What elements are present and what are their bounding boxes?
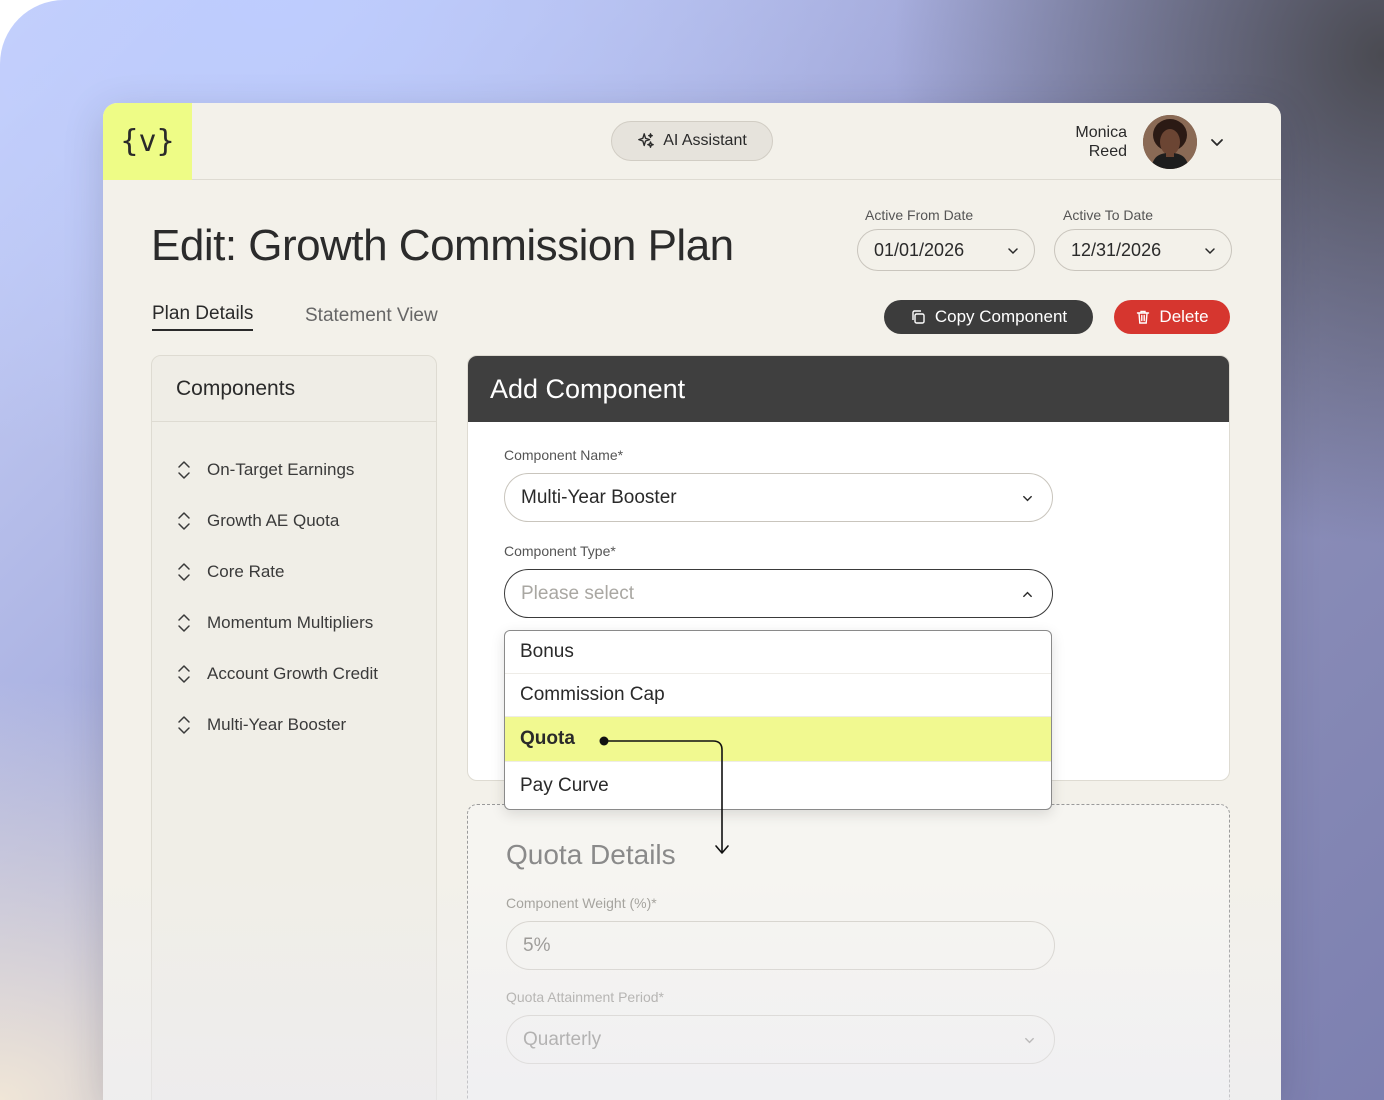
sidebar-item-label: Multi-Year Booster xyxy=(207,714,347,734)
active-to-label: Active To Date xyxy=(1063,207,1154,223)
component-type-select[interactable]: Please select xyxy=(504,569,1053,618)
sidebar-list: On-Target Earnings Growth AE Quota Core … xyxy=(152,422,436,750)
attainment-period-label: Quota Attainment Period* xyxy=(506,989,664,1005)
active-from-value: 01/01/2026 xyxy=(874,239,965,260)
active-to-select[interactable]: 12/31/2026 xyxy=(1054,229,1232,271)
active-to-value: 12/31/2026 xyxy=(1071,239,1162,260)
quota-details-title: Quota Details xyxy=(506,839,676,870)
sparkle-icon xyxy=(638,133,655,148)
component-weight-input[interactable]: 5% xyxy=(506,921,1055,970)
component-weight-value: 5% xyxy=(523,934,551,956)
page-title: Edit: Growth Commission Plan xyxy=(151,221,734,270)
chevron-down-icon[interactable] xyxy=(1209,134,1225,150)
add-component-title: Add Component xyxy=(468,356,1229,422)
reorder-icon xyxy=(178,613,190,632)
chevron-down-icon xyxy=(1205,248,1215,255)
tab-plan-details[interactable]: Plan Details xyxy=(152,303,254,331)
option-bonus[interactable]: Bonus xyxy=(505,631,1051,674)
avatar-image xyxy=(1143,115,1197,169)
sidebar-title: Components xyxy=(152,356,436,422)
reorder-icon xyxy=(178,460,190,479)
delete-label: Delete xyxy=(1159,307,1209,326)
delete-button[interactable]: Delete xyxy=(1114,300,1230,334)
component-type-placeholder: Please select xyxy=(521,582,635,604)
attainment-period-select[interactable]: Quarterly xyxy=(506,1015,1055,1064)
avatar[interactable] xyxy=(1143,115,1197,169)
sidebar-item-on-target-earnings[interactable]: On-Target Earnings xyxy=(152,444,436,495)
component-name-select[interactable]: Multi-Year Booster xyxy=(504,473,1053,522)
active-from-label: Active From Date xyxy=(865,207,974,223)
copy-component-button[interactable]: Copy Component xyxy=(884,300,1093,334)
component-weight-label: Component Weight (%)* xyxy=(506,895,657,911)
reorder-icon xyxy=(178,715,190,734)
copy-icon xyxy=(912,310,925,324)
component-type-dropdown: Bonus Commission Cap Quota Pay Curve xyxy=(504,630,1052,810)
option-commission-cap[interactable]: Commission Cap xyxy=(505,674,1051,717)
tab-statement-view[interactable]: Statement View xyxy=(305,305,438,327)
top-bar: {v} AI Assistant Monica Reed xyxy=(103,103,1281,180)
option-quota[interactable]: Quota xyxy=(505,717,1051,762)
sidebar-item-momentum-multipliers[interactable]: Momentum Multipliers xyxy=(152,597,436,648)
chevron-down-icon xyxy=(1023,495,1032,502)
ai-assistant-button[interactable]: AI Assistant xyxy=(611,121,773,161)
chevron-down-icon xyxy=(1008,248,1018,255)
chevron-down-icon xyxy=(1025,1037,1034,1044)
ai-assistant-label: AI Assistant xyxy=(663,132,747,149)
component-type-label: Component Type* xyxy=(504,543,616,559)
option-pay-curve[interactable]: Pay Curve xyxy=(505,762,1051,809)
sidebar-item-multi-year-booster[interactable]: Multi-Year Booster xyxy=(152,699,436,750)
trash-icon xyxy=(1137,310,1150,324)
sidebar-item-core-rate[interactable]: Core Rate xyxy=(152,546,436,597)
sidebar-item-label: Core Rate xyxy=(207,561,285,581)
sidebar-item-label: Account Growth Credit xyxy=(207,663,379,683)
sidebar-item-account-growth-credit[interactable]: Account Growth Credit xyxy=(152,648,436,699)
app-window: {v} AI Assistant Monica Reed Edit: Growt… xyxy=(103,103,1281,1100)
sidebar-item-label: On-Target Earnings xyxy=(207,459,355,479)
reorder-icon xyxy=(178,511,190,530)
reorder-icon xyxy=(178,664,190,683)
chevron-up-icon xyxy=(1023,591,1032,598)
user-first-name: Monica xyxy=(1075,124,1127,141)
copy-component-label: Copy Component xyxy=(934,307,1068,326)
brand-logo[interactable]: {v} xyxy=(103,103,192,180)
component-name-value: Multi-Year Booster xyxy=(521,486,677,508)
sidebar-item-label: Growth AE Quota xyxy=(207,510,340,530)
active-from-select[interactable]: 01/01/2026 xyxy=(857,229,1035,271)
user-name: Monica Reed xyxy=(1033,123,1127,161)
user-last-name: Reed xyxy=(1088,143,1127,160)
sidebar-item-label: Momentum Multipliers xyxy=(207,612,374,632)
reorder-icon xyxy=(178,562,190,581)
components-sidebar: Components On-Target Earnings Growth AE … xyxy=(151,355,437,1100)
attainment-period-value: Quarterly xyxy=(523,1028,602,1050)
component-name-label: Component Name* xyxy=(504,447,624,463)
sidebar-item-growth-ae-quota[interactable]: Growth AE Quota xyxy=(152,495,436,546)
